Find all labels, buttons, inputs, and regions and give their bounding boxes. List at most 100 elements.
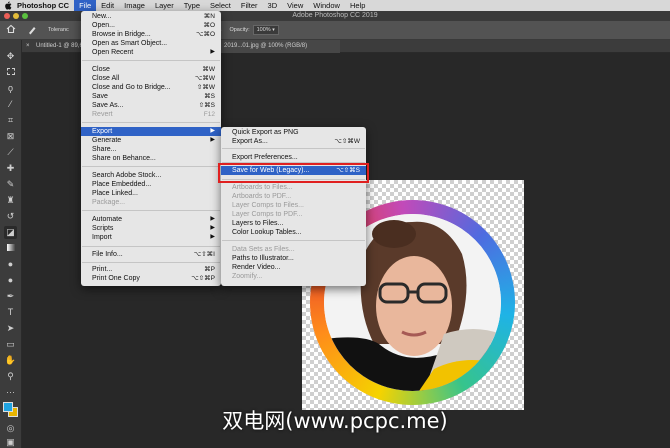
shape-tool-icon[interactable]: ▭ — [4, 338, 17, 351]
callout-highlight-box — [218, 163, 369, 183]
menubar-app-name[interactable]: Photoshop CC — [13, 0, 74, 11]
menu-item-color-lookup-tables[interactable]: Color Lookup Tables... — [221, 228, 366, 237]
marquee-tool-icon[interactable] — [4, 66, 17, 79]
menu-item-layer-comps-to-pdf[interactable]: Layer Comps to PDF... — [221, 210, 366, 219]
menubar-item-3d[interactable]: 3D — [263, 0, 283, 11]
menu-item-automate[interactable]: Automate ▶ — [81, 215, 221, 224]
menubar-item-filter[interactable]: Filter — [236, 0, 263, 11]
menu-item-export-as[interactable]: Export As... ⌥⇧⌘W — [221, 137, 366, 146]
zoom-tool-icon[interactable]: ⚲ — [4, 370, 17, 383]
magic-wand-tool-icon[interactable]: ⁄ — [4, 98, 17, 111]
history-brush-tool-icon[interactable]: ↺ — [4, 210, 17, 223]
menu-item-package[interactable]: Package... — [81, 198, 221, 207]
type-tool-icon[interactable]: T — [4, 306, 17, 319]
pen-tool-icon[interactable]: ✒ — [4, 290, 17, 303]
menu-item-label: Save — [92, 93, 108, 100]
lasso-tool-icon[interactable]: ϙ — [4, 82, 17, 95]
menu-item-label: Data Sets as Files... — [232, 246, 295, 253]
menu-item-shortcut: ⌥⇧⌘P — [191, 275, 215, 282]
menubar-item-help[interactable]: Help — [345, 0, 370, 11]
eraser-tool-icon[interactable]: ◪ — [4, 226, 17, 239]
frame-tool-icon[interactable]: ⊠ — [4, 130, 17, 143]
menubar-item-view[interactable]: View — [282, 0, 308, 11]
menu-item-quick-export-as-png[interactable]: Quick Export as PNG — [221, 128, 366, 137]
opacity-field[interactable]: 100% ▾ — [252, 25, 279, 35]
menu-item-label: Package... — [92, 199, 126, 206]
tab-label: 2019...01.jpg @ 100% (RGB/8) — [224, 43, 308, 49]
dodge-tool-icon[interactable]: ● — [4, 274, 17, 287]
menu-item-search-adobe-stock[interactable]: Search Adobe Stock... — [81, 171, 221, 180]
menu-item-label: File Info... — [92, 251, 123, 258]
menu-item-browse-in-bridge[interactable]: Browse in Bridge... ⌥⌘O — [81, 30, 221, 39]
menu-item-save[interactable]: Save ⌘S — [81, 92, 221, 101]
menu-item-generate[interactable]: Generate ▶ — [81, 136, 221, 145]
menu-item-close-all[interactable]: Close All ⌥⌘W — [81, 74, 221, 83]
clone-stamp-tool-icon[interactable]: ♜ — [4, 194, 17, 207]
menu-item-close[interactable]: Close ⌘W — [81, 65, 221, 74]
menu-item-revert[interactable]: Revert F12 — [81, 110, 221, 119]
menu-item-label: Print... — [92, 266, 113, 273]
menu-item-export[interactable]: Export ▶ — [81, 127, 221, 136]
menu-item-import[interactable]: Import ▶ — [81, 233, 221, 242]
apple-icon[interactable] — [3, 0, 13, 11]
path-selection-tool-icon[interactable]: ➤ — [4, 322, 17, 335]
tool-preset-icon[interactable] — [26, 24, 38, 36]
menubar-item-window[interactable]: Window — [308, 0, 345, 11]
menu-item-artboards-to-files[interactable]: Artboards to Files... — [221, 183, 366, 192]
menu-item-share-on-behance[interactable]: Share on Behance... — [81, 154, 221, 163]
menu-item-place-embedded[interactable]: Place Embedded... — [81, 180, 221, 189]
menubar-item-image[interactable]: Image — [119, 0, 150, 11]
menu-item-layers-to-files[interactable]: Layers to Files... — [221, 219, 366, 228]
menubar-item-edit[interactable]: Edit — [96, 0, 119, 11]
move-tool-icon[interactable]: ✥ — [4, 50, 17, 63]
menu-item-paths-to-illustrator[interactable]: Paths to Illustrator... — [221, 254, 366, 263]
menubar-item-file[interactable]: File — [74, 0, 97, 11]
menu-item-label: Export — [92, 128, 113, 135]
menubar-item-select[interactable]: Select — [205, 0, 236, 11]
menu-item-label: Revert — [92, 111, 113, 118]
menu-item-data-sets-as-files[interactable]: Data Sets as Files... — [221, 245, 366, 254]
close-tab-icon[interactable]: × — [26, 40, 30, 53]
healing-brush-tool-icon[interactable]: ✚ — [4, 162, 17, 175]
blur-tool-icon[interactable]: ● — [4, 258, 17, 271]
eyedropper-tool-icon[interactable]: ⟋ — [4, 146, 17, 159]
menu-item-render-video[interactable]: Render Video... — [221, 263, 366, 272]
hand-tool-icon[interactable]: ✋ — [4, 354, 17, 367]
menu-separator — [222, 148, 365, 149]
home-icon[interactable] — [6, 24, 18, 36]
menu-item-scripts[interactable]: Scripts ▶ — [81, 224, 221, 233]
menu-item-open-as-smart-object[interactable]: Open as Smart Object... — [81, 39, 221, 48]
menu-item-layer-comps-to-files[interactable]: Layer Comps to Files... — [221, 201, 366, 210]
menu-item-zoomify[interactable]: Zoomify... — [221, 272, 366, 281]
tab-photo-document[interactable]: 2019...01.jpg @ 100% (RGB/8) — [220, 40, 340, 53]
tolerance-label: Toleranc — [48, 27, 69, 33]
minimize-window-button[interactable] — [13, 13, 19, 19]
quick-mask-icon[interactable]: ◎ — [4, 422, 17, 435]
more-tools-icon[interactable]: ··· — [4, 386, 17, 399]
gradient-tool-icon[interactable] — [4, 242, 17, 255]
brush-tool-icon[interactable]: ✎ — [4, 178, 17, 191]
menu-item-save-as[interactable]: Save As... ⇧⌘S — [81, 101, 221, 110]
menu-item-shortcut: ⇧⌘W — [196, 84, 215, 91]
menu-item-share[interactable]: Share... — [81, 145, 221, 154]
menu-item-file-info[interactable]: File Info... ⌥⇧⌘I — [81, 250, 221, 259]
zoom-window-button[interactable] — [22, 13, 28, 19]
color-swatches[interactable] — [3, 402, 19, 418]
menu-item-open-recent[interactable]: Open Recent ▶ — [81, 48, 221, 57]
menu-item-artboards-to-pdf[interactable]: Artboards to PDF... — [221, 192, 366, 201]
crop-tool-icon[interactable]: ⌗ — [4, 114, 17, 127]
menu-item-print[interactable]: Print... ⌘P — [81, 265, 221, 274]
menu-item-label: Open Recent — [92, 49, 134, 56]
menu-item-place-linked[interactable]: Place Linked... — [81, 189, 221, 198]
menubar-item-layer[interactable]: Layer — [150, 0, 179, 11]
foreground-color-swatch[interactable] — [3, 402, 13, 412]
close-window-button[interactable] — [4, 13, 10, 19]
menubar-item-type[interactable]: Type — [179, 0, 205, 11]
menu-item-open[interactable]: Open... ⌘O — [81, 21, 221, 30]
menu-item-new[interactable]: New... ⌘N — [81, 12, 221, 21]
menu-item-close-and-go-to-bridge[interactable]: Close and Go to Bridge... ⇧⌘W — [81, 83, 221, 92]
screen-mode-icon[interactable]: ▣ — [4, 436, 17, 448]
menu-item-export-preferences[interactable]: Export Preferences... — [221, 153, 366, 162]
menu-item-shortcut: ⌥⌘O — [195, 31, 215, 38]
menu-item-print-one-copy[interactable]: Print One Copy ⌥⇧⌘P — [81, 274, 221, 283]
